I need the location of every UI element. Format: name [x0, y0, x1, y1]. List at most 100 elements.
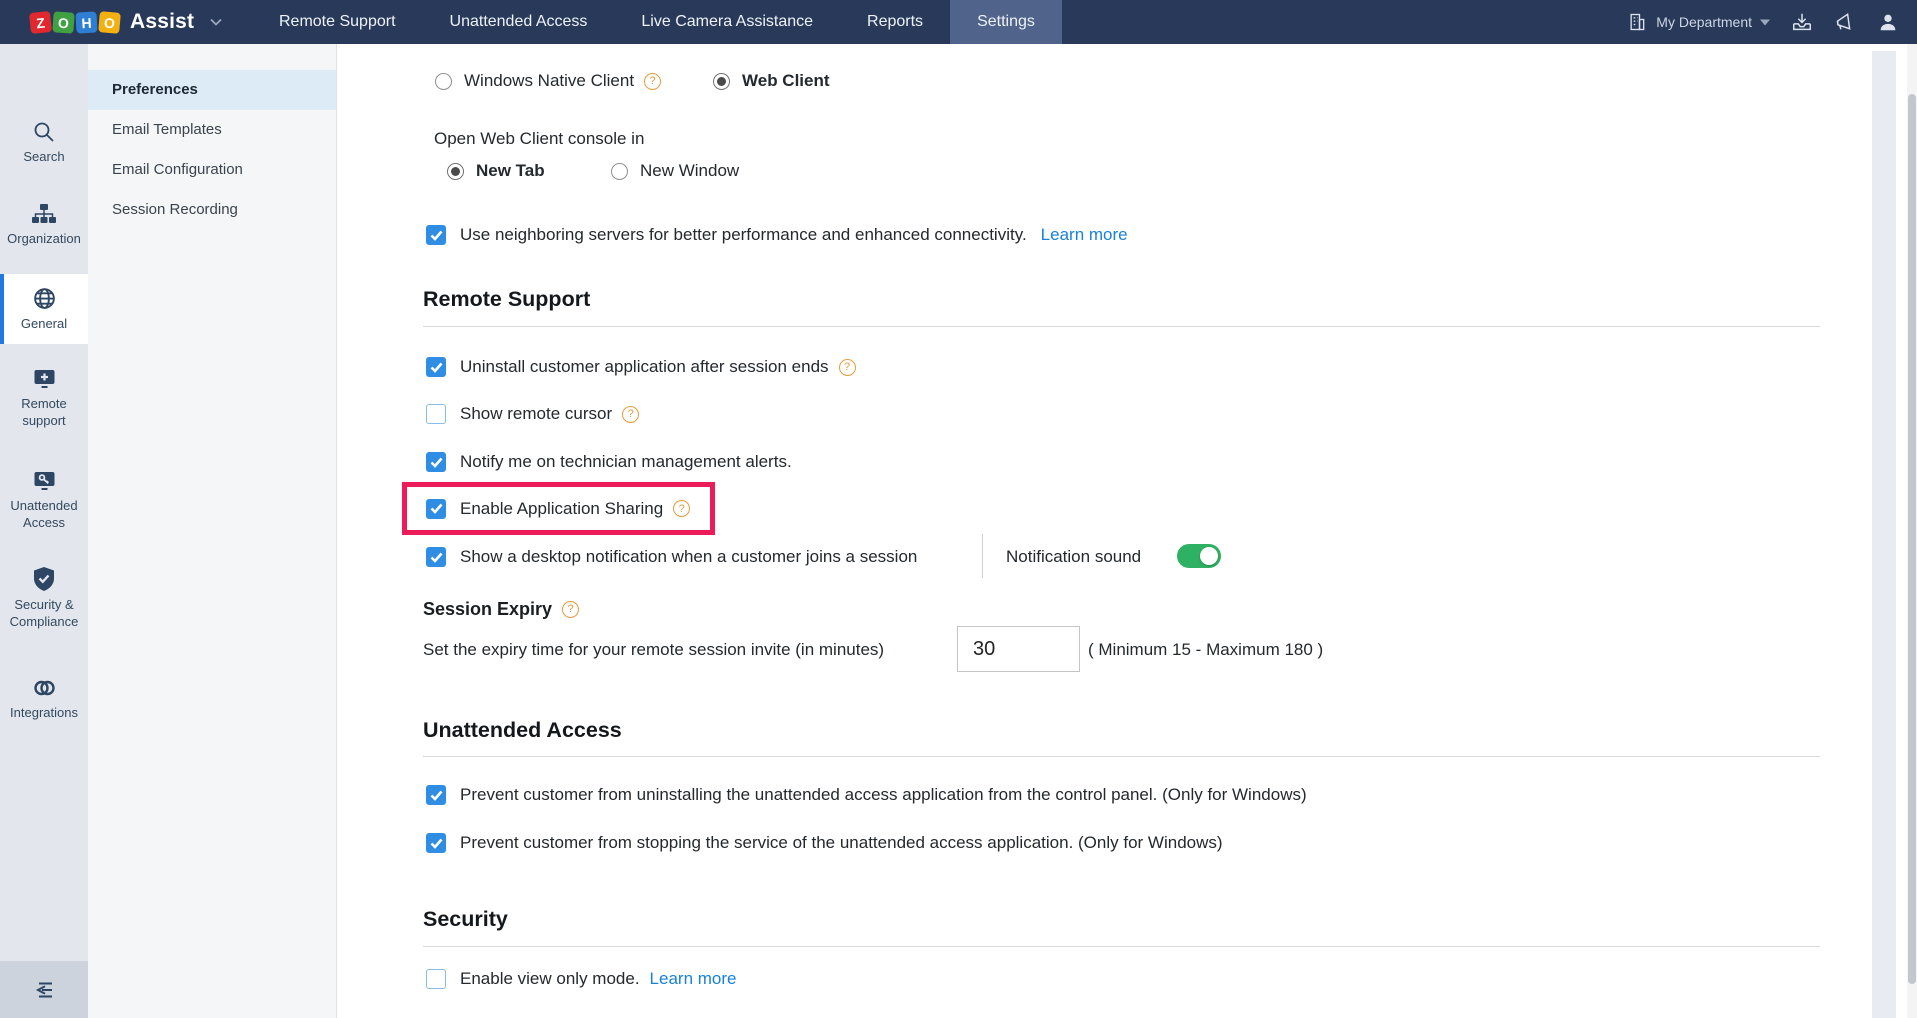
sidebar-item-label: Remote support: [0, 396, 88, 430]
checkbox-label: Prevent customer from stopping the servi…: [460, 833, 1223, 853]
prevent-uninstall-checkbox[interactable]: [426, 785, 446, 805]
session-expiry-heading-row: Session Expiry ?: [423, 595, 579, 623]
windows-native-client-radio[interactable]: [435, 73, 452, 90]
application-sharing-highlight: Enable Application Sharing ?: [402, 482, 715, 535]
uninstall-after-session-checkbox[interactable]: [426, 357, 446, 377]
security-heading-row: Security: [423, 904, 508, 934]
nav-remote-support[interactable]: Remote Support: [252, 0, 423, 44]
checkbox-label: Prevent customer from uninstalling the u…: [460, 785, 1307, 805]
org-chart-icon: [31, 202, 57, 226]
left-rail: Search Organization General Remote suppo…: [0, 44, 88, 1018]
radio-label: New Window: [640, 161, 739, 181]
navbar-right: My Department: [1626, 11, 1899, 33]
show-remote-cursor-row: Show remote cursor ?: [426, 399, 639, 429]
view-only-mode-row: Enable view only mode. Learn more: [426, 964, 736, 994]
checkbox-label: Notify me on technician management alert…: [460, 452, 792, 472]
sidebar-item-label: Organization: [3, 231, 85, 248]
subnav-item-email-configuration[interactable]: Email Configuration: [88, 150, 336, 190]
sidebar-item-organization[interactable]: Organization: [0, 202, 88, 248]
technician-alerts-checkbox[interactable]: [426, 452, 446, 472]
session-expiry-label-row: Set the expiry time for your remote sess…: [423, 636, 884, 664]
megaphone-icon[interactable]: [1834, 11, 1856, 33]
radio-label: Windows Native Client: [464, 71, 634, 91]
web-client-radio[interactable]: [713, 73, 730, 90]
help-icon[interactable]: ?: [673, 500, 690, 517]
logo-letter: O: [52, 11, 74, 33]
sidebar-item-label: General: [17, 316, 71, 333]
globe-icon: [32, 286, 57, 311]
unattended-access-heading-row: Unattended Access: [423, 715, 622, 745]
monitor-key-icon: [32, 469, 57, 493]
checkbox-label: Enable Application Sharing: [460, 499, 663, 519]
session-expiry-label: Set the expiry time for your remote sess…: [423, 640, 884, 660]
checkbox-label: Show a desktop notification when a custo…: [460, 547, 917, 567]
client-option-windows: Windows Native Client ?: [435, 66, 661, 96]
department-selector[interactable]: My Department: [1626, 11, 1770, 33]
help-icon[interactable]: ?: [839, 359, 856, 376]
help-icon[interactable]: ?: [562, 601, 579, 618]
console-option-new-tab: New Tab: [447, 156, 545, 186]
notification-sound-toggle[interactable]: [1177, 544, 1221, 568]
sidebar-item-unattended-access[interactable]: Unattended Access: [0, 469, 88, 532]
user-icon[interactable]: [1877, 11, 1899, 33]
zoho-assist-settings-page: Z O H O Assist Remote Support Unattended…: [0, 0, 1917, 1018]
desktop-notification-checkbox[interactable]: [426, 547, 446, 567]
content-scroll-gutter: [1872, 51, 1896, 1018]
checkbox-label: Show remote cursor: [460, 404, 612, 424]
page-scrollbar-thumb[interactable]: [1908, 94, 1916, 984]
learn-more-link[interactable]: Learn more: [1041, 225, 1128, 245]
application-sharing-checkbox[interactable]: [426, 499, 446, 519]
help-icon[interactable]: ?: [622, 406, 639, 423]
view-only-mode-checkbox[interactable]: [426, 969, 446, 989]
zoho-logo: Z O H O: [30, 12, 120, 33]
chevron-down-icon[interactable]: [210, 13, 222, 31]
main-menu: Remote Support Unattended Access Live Ca…: [252, 0, 1062, 44]
show-remote-cursor-checkbox[interactable]: [426, 404, 446, 424]
notification-sound-row: Notification sound: [1006, 542, 1141, 572]
section-title: Unattended Access: [423, 718, 622, 743]
radio-label: Web Client: [742, 71, 830, 91]
sidebar-item-security-compliance[interactable]: Security & Compliance: [0, 566, 88, 631]
link-rings-icon: [32, 676, 57, 700]
department-label: My Department: [1656, 14, 1752, 30]
prevent-stop-checkbox[interactable]: [426, 833, 446, 853]
sidebar-item-label: Unattended Access: [0, 498, 88, 532]
console-in-label: Open Web Client console in: [434, 129, 644, 149]
sidebar-item-general[interactable]: General: [0, 274, 88, 344]
remote-support-heading-row: Remote Support: [423, 284, 590, 314]
sidebar-item-remote-support[interactable]: Remote support: [0, 367, 88, 430]
logo-letter: O: [98, 11, 121, 34]
desktop-notification-row: Show a desktop notification when a custo…: [426, 542, 917, 572]
section-title: Security: [423, 907, 508, 932]
notification-sound-label: Notification sound: [1006, 547, 1141, 567]
console-in-row: Open Web Client console in: [434, 126, 644, 152]
nav-reports[interactable]: Reports: [840, 0, 950, 44]
neighboring-servers-checkbox[interactable]: [426, 225, 446, 245]
sidebar-item-label: Search: [19, 149, 68, 166]
building-icon: [1626, 11, 1648, 33]
sidebar-item-search[interactable]: Search: [0, 120, 88, 166]
subnav-item-email-templates[interactable]: Email Templates: [88, 110, 336, 150]
top-navbar: Z O H O Assist Remote Support Unattended…: [0, 0, 1917, 44]
prevent-uninstall-row: Prevent customer from uninstalling the u…: [426, 780, 1307, 810]
prevent-stop-row: Prevent customer from stopping the servi…: [426, 828, 1223, 858]
nav-live-camera-assistance[interactable]: Live Camera Assistance: [614, 0, 840, 44]
sidebar-item-integrations[interactable]: Integrations: [0, 676, 88, 722]
product-name: Assist: [130, 10, 194, 34]
section-title: Remote Support: [423, 287, 590, 312]
nav-settings[interactable]: Settings: [950, 0, 1062, 44]
help-icon[interactable]: ?: [644, 73, 661, 90]
new-window-radio[interactable]: [611, 163, 628, 180]
toggle-knob: [1200, 547, 1218, 565]
subnav-item-preferences[interactable]: Preferences: [88, 70, 336, 110]
session-expiry-input[interactable]: [957, 626, 1080, 672]
learn-more-link[interactable]: Learn more: [650, 969, 737, 989]
collapse-sidebar-button[interactable]: [0, 961, 88, 1018]
new-tab-radio[interactable]: [447, 163, 464, 180]
nav-unattended-access[interactable]: Unattended Access: [423, 0, 615, 44]
section-divider: [423, 756, 1820, 757]
download-icon[interactable]: [1791, 11, 1813, 33]
subnav-item-session-recording[interactable]: Session Recording: [88, 190, 336, 230]
app-logo[interactable]: Z O H O Assist: [30, 10, 252, 34]
monitor-plus-icon: [32, 367, 57, 391]
